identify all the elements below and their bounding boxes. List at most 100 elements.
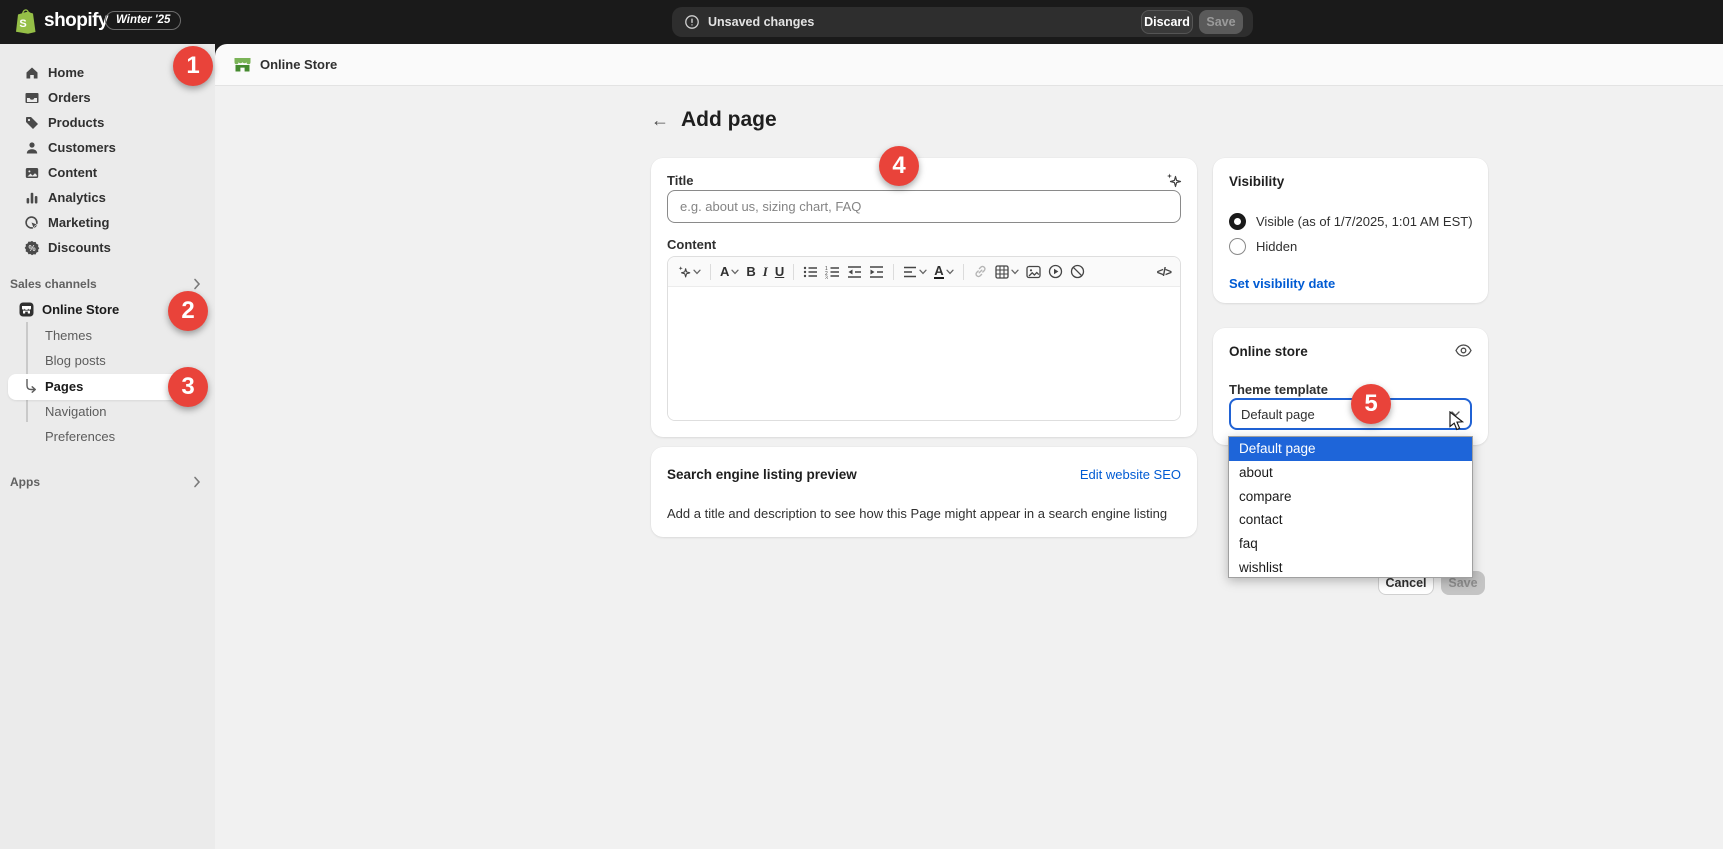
dropdown-option-faq[interactable]: faq	[1229, 532, 1472, 556]
dropdown-option-about[interactable]: about	[1229, 461, 1472, 485]
toolbar-divider	[893, 264, 894, 280]
discounts-icon: %	[24, 240, 40, 256]
apps-label: Apps	[10, 475, 193, 489]
sidebar-item-content[interactable]: Content	[0, 160, 215, 185]
sidebar-item-preferences[interactable]: Preferences	[0, 424, 215, 449]
sales-channels-label: Sales channels	[10, 277, 193, 291]
sidebar-item-label: Marketing	[48, 215, 109, 230]
save-button[interactable]: Save	[1199, 10, 1243, 34]
page-title: Add page	[681, 108, 777, 132]
analytics-bars-icon	[24, 190, 40, 206]
outdent-button[interactable]	[847, 262, 862, 282]
blog-posts-label: Blog posts	[45, 353, 106, 368]
svg-text:S: S	[19, 18, 26, 30]
sidebar-item-products[interactable]: Products	[0, 110, 215, 135]
radio-unselected-icon[interactable]	[1229, 238, 1246, 255]
page-title-row: ← Add page	[651, 108, 777, 132]
title-input[interactable]	[667, 190, 1181, 223]
text-color-button[interactable]: A	[934, 262, 953, 282]
theme-template-dropdown: Default page about compare contact faq w…	[1228, 436, 1473, 578]
chevron-down-icon	[919, 269, 927, 275]
underline-button[interactable]: U	[775, 262, 784, 282]
seo-card-body: Add a title and description to see how t…	[667, 506, 1167, 521]
toolbar-divider	[710, 264, 711, 280]
visibility-card-title: Visibility	[1229, 174, 1284, 189]
sidebar-item-analytics[interactable]: Analytics	[0, 185, 215, 210]
toolbar-divider	[963, 264, 964, 280]
dropdown-option-wishlist[interactable]: wishlist	[1229, 555, 1472, 579]
visibility-card: Visibility Visible (as of 1/7/2025, 1:01…	[1213, 158, 1488, 303]
link-button[interactable]	[973, 262, 988, 282]
navigation-label: Navigation	[45, 404, 106, 419]
video-button[interactable]	[1048, 262, 1063, 282]
code-view-button[interactable]: </>	[1157, 265, 1171, 279]
italic-button[interactable]: I	[763, 262, 768, 282]
clear-formatting-button[interactable]	[1070, 262, 1085, 282]
brand-name: shopify	[44, 10, 108, 32]
marketing-icon	[24, 215, 40, 231]
content-icon	[24, 165, 40, 181]
pages-label: Pages	[45, 379, 83, 394]
online-store-card-title: Online store	[1229, 344, 1308, 359]
ai-sparkle-icon[interactable]	[1165, 172, 1182, 189]
radio-selected-icon[interactable]	[1229, 213, 1246, 230]
edit-website-seo-link[interactable]: Edit website SEO	[1080, 467, 1181, 482]
dropdown-option-contact[interactable]: contact	[1229, 508, 1472, 532]
ai-assist-button[interactable]	[677, 262, 701, 282]
toolbar-divider	[793, 264, 794, 280]
annotation-circle-1: 1	[173, 46, 213, 86]
rich-text-editor: A B I U 123 A	[667, 256, 1181, 421]
image-button[interactable]	[1026, 262, 1041, 282]
content-field-label: Content	[667, 237, 716, 252]
theme-template-label: Theme template	[1229, 382, 1328, 397]
discard-button[interactable]: Discard	[1141, 10, 1193, 34]
visibility-option-visible[interactable]: Visible (as of 1/7/2025, 1:01 AM EST)	[1229, 213, 1473, 230]
seo-card: Search engine listing preview Edit websi…	[651, 447, 1197, 537]
chevron-down-icon	[1011, 269, 1019, 275]
sidebar-item-orders[interactable]: Orders	[0, 85, 215, 110]
bold-button[interactable]: B	[746, 262, 755, 282]
editor-content-area[interactable]	[668, 287, 1180, 421]
chevron-down-icon	[946, 269, 954, 275]
chevron-right-icon	[193, 476, 201, 488]
dropdown-option-default-page[interactable]: Default page	[1229, 437, 1472, 461]
indent-button[interactable]	[869, 262, 884, 282]
hidden-option-label: Hidden	[1256, 239, 1297, 254]
table-button[interactable]	[995, 262, 1019, 282]
mouse-cursor	[1449, 411, 1466, 431]
branch-arrow-icon	[25, 379, 39, 394]
shopify-bag-icon: S	[14, 8, 37, 34]
sidebar-item-marketing[interactable]: Marketing	[0, 210, 215, 235]
sidebar-item-label: Orders	[48, 90, 91, 105]
sidebar-item-pages[interactable]: Pages	[8, 374, 186, 400]
text-style-button[interactable]: A	[720, 262, 739, 282]
content-header-channel: Online Store	[260, 57, 337, 72]
online-store-label: Online Store	[42, 302, 119, 317]
svg-text:%: %	[28, 244, 35, 253]
sidebar-item-label: Content	[48, 165, 97, 180]
sidebar-item-discounts[interactable]: % Discounts	[0, 235, 215, 260]
products-tag-icon	[24, 115, 40, 131]
chevron-right-icon	[193, 278, 201, 290]
numbered-list-button[interactable]: 123	[825, 262, 840, 282]
chevron-down-icon	[693, 269, 701, 275]
bullet-list-button[interactable]	[803, 262, 818, 282]
sidebar-section-apps[interactable]: Apps	[0, 470, 215, 494]
preview-eye-icon[interactable]	[1455, 344, 1472, 357]
chevron-down-icon	[731, 269, 739, 275]
customers-icon	[24, 140, 40, 156]
unsaved-changes-label: Unsaved changes	[708, 15, 814, 29]
shopify-logo[interactable]: S shopify	[14, 8, 108, 34]
set-visibility-date-link[interactable]: Set visibility date	[1229, 276, 1335, 291]
sidebar-item-label: Products	[48, 115, 104, 130]
title-field-label: Title	[667, 173, 694, 188]
home-icon	[24, 65, 40, 81]
online-store-channel-icon	[233, 55, 252, 74]
alignment-button[interactable]	[903, 262, 927, 282]
visibility-option-hidden[interactable]: Hidden	[1229, 238, 1297, 255]
dropdown-option-compare[interactable]: compare	[1229, 484, 1472, 508]
visible-option-label: Visible (as of 1/7/2025, 1:01 AM EST)	[1256, 214, 1473, 229]
sidebar-item-customers[interactable]: Customers	[0, 135, 215, 160]
alert-icon	[684, 14, 700, 30]
back-button[interactable]: ←	[651, 111, 669, 129]
